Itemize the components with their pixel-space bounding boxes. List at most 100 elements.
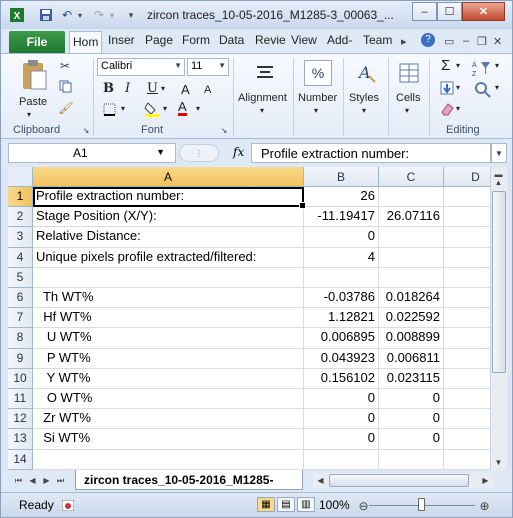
find-select-icon[interactable] xyxy=(473,80,493,100)
cell-a7[interactable]: Hf WT% xyxy=(33,308,304,328)
cell-c4[interactable] xyxy=(379,248,444,268)
expand-formula-bar-icon[interactable]: ▼ xyxy=(491,143,507,163)
cell-b1[interactable]: 26 xyxy=(304,187,379,207)
vertical-scroll-thumb[interactable] xyxy=(492,191,506,373)
cell-c1[interactable] xyxy=(379,187,444,207)
number-label[interactable]: Number xyxy=(298,92,337,104)
fill-color-icon[interactable] xyxy=(143,101,161,117)
workbook-close-icon[interactable]: ✕ xyxy=(493,35,502,48)
normal-view-button[interactable]: ▦ xyxy=(257,497,275,512)
styles-icon[interactable]: A xyxy=(353,60,379,86)
tab-scroll-right-icon[interactable]: ▸ xyxy=(401,35,407,48)
fill-icon[interactable] xyxy=(439,80,455,96)
cell-a11[interactable]: O WT% xyxy=(33,389,304,409)
sort-filter-icon[interactable]: AZ xyxy=(471,58,495,78)
alignment-icon[interactable] xyxy=(252,60,278,86)
save-icon[interactable] xyxy=(37,6,55,24)
scroll-up-icon[interactable]: ▲ xyxy=(491,175,506,190)
underline-button[interactable]: U xyxy=(147,81,158,96)
cut-icon[interactable]: ✂ xyxy=(58,59,72,73)
cell-d8[interactable] xyxy=(444,328,490,349)
cell-d6[interactable] xyxy=(444,288,490,308)
insert-function-button[interactable]: fx xyxy=(233,145,244,159)
alignment-dropdown-icon[interactable]: ▾ xyxy=(260,106,264,115)
underline-dropdown-icon[interactable]: ▾ xyxy=(161,84,165,93)
cell-a4[interactable]: Unique pixels profile extracted/filtered… xyxy=(33,248,304,268)
maximize-button[interactable]: ☐ xyxy=(437,2,462,21)
shrink-font-button[interactable]: A xyxy=(204,84,211,96)
minimize-ribbon-icon[interactable]: ▭ xyxy=(444,35,454,48)
tab-insert[interactable]: Inser xyxy=(108,33,135,51)
cell-d11[interactable] xyxy=(444,389,490,409)
cell-b4[interactable]: 4 xyxy=(304,248,379,268)
font-size-combo[interactable]: 11 ▼ xyxy=(187,58,229,76)
row-header[interactable]: 3 xyxy=(8,227,33,248)
cell-b11[interactable]: 0 xyxy=(304,389,379,409)
tab-add-ins[interactable]: Add- xyxy=(327,33,352,51)
row-header[interactable]: 1 xyxy=(8,187,33,207)
cell-c14[interactable] xyxy=(379,450,444,470)
scroll-right-icon[interactable]: ▶ xyxy=(478,473,493,488)
cell-a12[interactable]: Zr WT% xyxy=(33,409,304,429)
paste-label[interactable]: Paste xyxy=(19,96,47,108)
cell-d12[interactable] xyxy=(444,409,490,429)
format-painter-icon[interactable]: 🖌 xyxy=(58,101,74,115)
workbook-minimize-icon[interactable]: – xyxy=(463,35,469,47)
cell-d4[interactable] xyxy=(444,248,490,268)
row-header[interactable]: 12 xyxy=(8,409,33,429)
cell-d7[interactable] xyxy=(444,308,490,328)
cell-a6[interactable]: Th WT% xyxy=(33,288,304,308)
cell-b13[interactable]: 0 xyxy=(304,429,379,450)
row-header[interactable]: 14 xyxy=(8,450,33,470)
minimize-button[interactable]: – xyxy=(412,2,437,21)
styles-dropdown-icon[interactable]: ▾ xyxy=(362,106,366,115)
bold-button[interactable]: B xyxy=(103,81,114,96)
help-icon[interactable]: ? xyxy=(421,33,435,47)
cell-c12[interactable]: 0 xyxy=(379,409,444,429)
horizontal-scroll-thumb[interactable] xyxy=(329,474,469,487)
cell-d10[interactable] xyxy=(444,369,490,389)
tab-review[interactable]: Revie xyxy=(255,33,286,51)
tab-page-layout[interactable]: Page xyxy=(145,33,173,51)
select-all-button[interactable] xyxy=(8,167,33,187)
cell-a3[interactable]: Relative Distance: xyxy=(33,227,304,248)
row-header[interactable]: 5 xyxy=(8,268,33,288)
cells-label[interactable]: Cells xyxy=(396,92,420,104)
worksheet-grid[interactable]: A B C D 1 Profile extraction number: 26 2 St… xyxy=(8,167,490,470)
alignment-label[interactable]: Alignment xyxy=(238,92,287,104)
row-header[interactable]: 9 xyxy=(8,349,33,369)
row-header[interactable]: 10 xyxy=(8,369,33,389)
zoom-slider-knob[interactable] xyxy=(418,498,425,511)
styles-label[interactable]: Styles xyxy=(349,92,379,104)
row-header[interactable]: 2 xyxy=(8,207,33,227)
cell-d9[interactable] xyxy=(444,349,490,369)
column-header-b[interactable]: B xyxy=(304,167,379,187)
borders-dropdown-icon[interactable]: ▾ xyxy=(121,104,125,113)
borders-icon[interactable] xyxy=(101,102,117,116)
clipboard-launcher-icon[interactable]: ↘ xyxy=(81,124,91,136)
cell-b7[interactable]: 1.12821 xyxy=(304,308,379,328)
cell-b8[interactable]: 0.006895 xyxy=(304,328,379,349)
last-sheet-icon[interactable]: ⏭ xyxy=(53,473,68,488)
cell-c9[interactable]: 0.006811 xyxy=(379,349,444,369)
clear-icon[interactable] xyxy=(439,101,455,117)
horizontal-scrollbar[interactable]: ◀ ▶ xyxy=(313,473,493,488)
cell-b9[interactable]: 0.043923 xyxy=(304,349,379,369)
vertical-scrollbar[interactable]: ▬ ▲ ▼ xyxy=(490,167,507,470)
formula-bar-resize-handle[interactable]: ⋮ xyxy=(179,144,219,162)
page-layout-view-button[interactable]: ▤ xyxy=(277,497,295,512)
excel-app-icon[interactable]: X xyxy=(7,6,27,24)
tab-view[interactable]: View xyxy=(291,33,317,51)
tab-file[interactable]: File xyxy=(9,31,65,53)
column-header-c[interactable]: C xyxy=(379,167,444,187)
undo-icon[interactable]: ↶ xyxy=(59,6,75,24)
workbook-restore-icon[interactable]: ❐ xyxy=(477,35,487,48)
cell-c7[interactable]: 0.022592 xyxy=(379,308,444,328)
cell-d2[interactable] xyxy=(444,207,490,227)
page-break-view-button[interactable]: ▥ xyxy=(297,497,315,512)
font-color-button[interactable]: A xyxy=(178,100,187,116)
cell-c11[interactable]: 0 xyxy=(379,389,444,409)
cell-c2[interactable]: 26.07116 xyxy=(379,207,444,227)
cell-a9[interactable]: P WT% xyxy=(33,349,304,369)
cell-d3[interactable] xyxy=(444,227,490,248)
